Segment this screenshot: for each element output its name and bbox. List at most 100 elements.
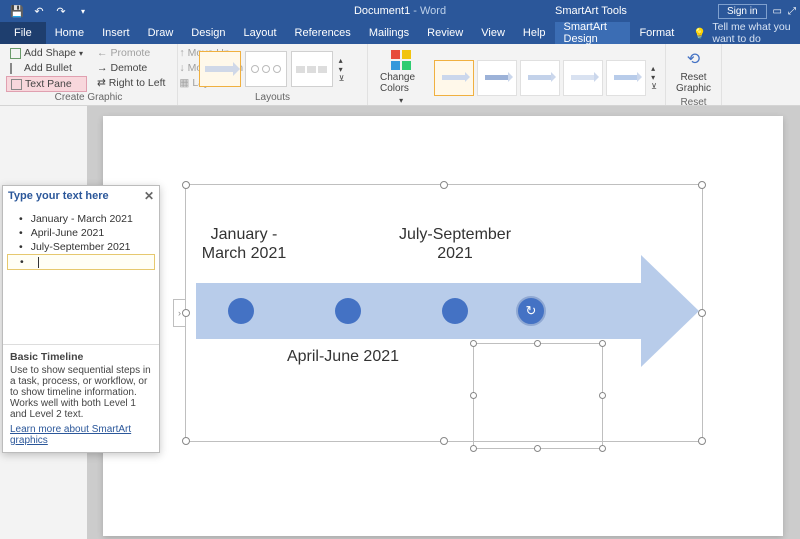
- undo-icon[interactable]: ↶: [32, 4, 46, 18]
- timeline-dot-1[interactable]: [228, 298, 254, 324]
- timeline-label-1[interactable]: January - March 2021: [194, 225, 294, 263]
- change-colors-button[interactable]: Change Colors▾: [374, 46, 428, 109]
- resize-handle[interactable]: [534, 445, 541, 452]
- ribbon: Add Shape ▾ Add Bullet Text Pane ←Promot…: [0, 44, 800, 106]
- style-option-5[interactable]: [606, 60, 646, 96]
- text-pane-title: Type your text here: [8, 190, 109, 202]
- tell-me-search[interactable]: 💡 Tell me what you want to do: [683, 22, 800, 44]
- redo-icon[interactable]: ↷: [54, 4, 68, 18]
- tab-review[interactable]: Review: [418, 22, 472, 44]
- style-option-3[interactable]: [520, 60, 560, 96]
- sign-in-button[interactable]: Sign in: [718, 4, 767, 19]
- text-pane-item[interactable]: July-September 2021: [7, 240, 155, 254]
- timeline-dot-4-selected[interactable]: ↻: [516, 296, 546, 326]
- layout-option-3[interactable]: [291, 51, 333, 87]
- resize-handle[interactable]: [440, 437, 448, 445]
- resize-handle[interactable]: [534, 340, 541, 347]
- rtl-icon: ⇄: [97, 77, 106, 89]
- empty-label-selection[interactable]: [473, 343, 603, 449]
- save-icon[interactable]: 💾: [10, 4, 24, 18]
- document-title: Document1 - Word: [354, 5, 446, 17]
- resize-handle[interactable]: [182, 309, 190, 317]
- text-pane-button[interactable]: Text Pane: [6, 76, 87, 92]
- rotate-icon: ↻: [526, 303, 537, 319]
- text-pane-info: Basic Timeline Use to show sequential st…: [3, 345, 159, 452]
- promote-icon: ←: [97, 47, 108, 59]
- add-shape-button[interactable]: Add Shape ▾: [6, 46, 87, 60]
- info-title: Basic Timeline: [10, 351, 152, 363]
- styles-scroll-down[interactable]: ▾: [649, 73, 659, 82]
- resize-handle[interactable]: [470, 445, 477, 452]
- group-create-graphic-label: Create Graphic: [6, 92, 171, 105]
- resize-handle[interactable]: [698, 181, 706, 189]
- styles-more[interactable]: ⊻: [649, 82, 659, 91]
- timeline-label-3[interactable]: July-September 2021: [382, 225, 528, 263]
- info-body: Use to show sequential steps in a task, …: [10, 365, 152, 420]
- demote-button[interactable]: →Demote: [93, 61, 169, 75]
- tab-design[interactable]: Design: [182, 22, 234, 44]
- resize-handle[interactable]: [599, 340, 606, 347]
- tab-references[interactable]: References: [286, 22, 360, 44]
- resize-handle[interactable]: [470, 392, 477, 399]
- timeline-arrow[interactable]: [196, 283, 641, 339]
- resize-handle[interactable]: [599, 392, 606, 399]
- resize-handle[interactable]: [599, 445, 606, 452]
- group-layouts-label: Layouts: [184, 92, 361, 105]
- document-area: › ↻ January - March 2021 April-June 2021…: [87, 106, 800, 539]
- resize-handle[interactable]: [182, 181, 190, 189]
- text-cursor: [38, 257, 39, 268]
- layouts-scroll-up[interactable]: ▴: [337, 56, 347, 65]
- tab-help[interactable]: Help: [514, 22, 555, 44]
- text-pane-item-editing[interactable]: [7, 254, 155, 270]
- text-pane-item[interactable]: January - March 2021: [7, 212, 155, 226]
- learn-more-link[interactable]: Learn more about SmartArt graphics: [10, 424, 152, 446]
- style-option-2[interactable]: [477, 60, 517, 96]
- resize-handle[interactable]: [698, 437, 706, 445]
- context-tools-title: SmartArt Tools: [555, 5, 627, 17]
- styles-scroll-up[interactable]: ▴: [649, 64, 659, 73]
- tab-layout[interactable]: Layout: [235, 22, 286, 44]
- layout-option-1[interactable]: [199, 51, 241, 87]
- page[interactable]: › ↻ January - March 2021 April-June 2021…: [103, 116, 783, 536]
- resize-handle[interactable]: [470, 340, 477, 347]
- resize-handle[interactable]: [440, 181, 448, 189]
- qat-customize-icon[interactable]: ▾: [76, 4, 90, 18]
- tab-view[interactable]: View: [472, 22, 514, 44]
- layouts-more[interactable]: ⊻: [337, 74, 347, 83]
- timeline-label-2[interactable]: April-June 2021: [278, 347, 408, 366]
- text-pane-item[interactable]: April-June 2021: [7, 226, 155, 240]
- text-pane[interactable]: Type your text here ✕ January - March 20…: [2, 185, 160, 453]
- quick-access-toolbar: 💾 ↶ ↷ ▾: [0, 4, 90, 18]
- layout-option-2[interactable]: [245, 51, 287, 87]
- minimize-ribbon-icon[interactable]: ⤢: [788, 6, 796, 17]
- text-pane-list[interactable]: January - March 2021 April-June 2021 Jul…: [3, 206, 159, 344]
- lightbulb-icon: 💡: [693, 27, 706, 40]
- ribbon-tabs: File Home Insert Draw Design Layout Refe…: [0, 22, 800, 44]
- tab-file[interactable]: File: [0, 22, 46, 44]
- ribbon-options-icon[interactable]: ▭: [773, 6, 782, 17]
- tab-mailings[interactable]: Mailings: [360, 22, 418, 44]
- right-to-left-button[interactable]: ⇄Right to Left: [93, 76, 169, 90]
- tab-smartart-design[interactable]: SmartArt Design: [555, 22, 631, 44]
- tab-home[interactable]: Home: [46, 22, 93, 44]
- smartart-frame[interactable]: › ↻ January - March 2021 April-June 2021…: [185, 184, 703, 442]
- promote-button[interactable]: ←Promote: [93, 46, 169, 60]
- style-option-1[interactable]: [434, 60, 474, 96]
- tab-draw[interactable]: Draw: [139, 22, 183, 44]
- change-colors-icon: [391, 50, 411, 70]
- bullet-icon: [10, 63, 21, 74]
- close-icon[interactable]: ✕: [144, 189, 154, 203]
- text-pane-icon: [11, 79, 22, 90]
- reset-graphic-button[interactable]: ⟲ Reset Graphic: [670, 46, 717, 97]
- add-bullet-button[interactable]: Add Bullet: [6, 61, 87, 75]
- add-shape-icon: [10, 48, 21, 59]
- resize-handle[interactable]: [698, 309, 706, 317]
- timeline-dot-2[interactable]: [335, 298, 361, 324]
- style-option-4[interactable]: [563, 60, 603, 96]
- tab-format[interactable]: Format: [630, 22, 683, 44]
- reset-icon: ⟲: [687, 49, 700, 69]
- resize-handle[interactable]: [182, 437, 190, 445]
- layouts-scroll-down[interactable]: ▾: [337, 65, 347, 74]
- tab-insert[interactable]: Insert: [93, 22, 139, 44]
- timeline-dot-3[interactable]: [442, 298, 468, 324]
